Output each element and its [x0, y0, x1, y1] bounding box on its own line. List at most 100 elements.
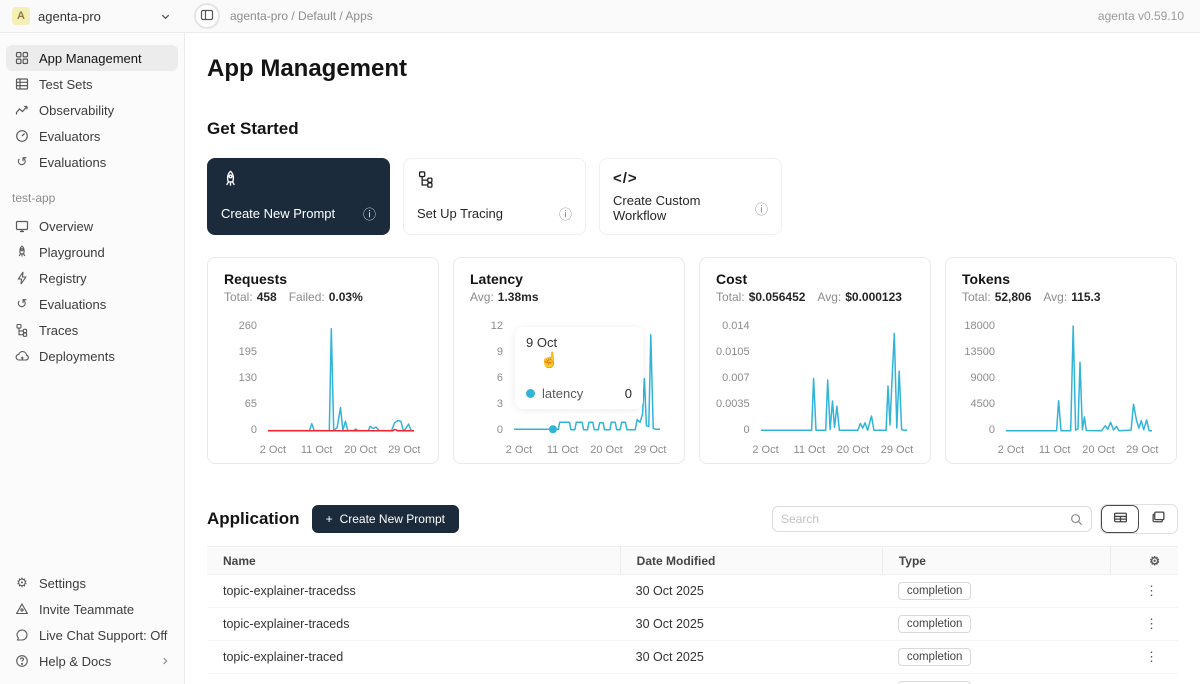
sidebar-item-label: App Management	[39, 51, 142, 66]
breadcrumb[interactable]: agenta-pro / Default / Apps	[230, 9, 373, 23]
metric-stats: Total:458Failed:0.03%	[224, 290, 422, 304]
button-label: Create New Prompt	[340, 512, 445, 526]
tooltip-series-label: latency	[542, 386, 583, 401]
sidebar-item-settings[interactable]: ⚙ Settings	[6, 570, 178, 596]
y-tick: 0.007	[722, 372, 750, 384]
x-tick: 20 Oct	[590, 444, 622, 456]
main-content: App Management Get Started Create New Pr…	[185, 33, 1200, 684]
requests-line-chart[interactable]	[264, 318, 422, 436]
table-row[interactable]: topic-explainer-traceds 30 Oct 2025 comp…	[207, 608, 1178, 641]
sidebar-item-app-management[interactable]: App Management	[6, 45, 178, 71]
sidebar-item-traces[interactable]: Traces	[6, 317, 178, 343]
sidebar-item-observability[interactable]: Observability	[6, 97, 178, 123]
metric-stats: Total:$0.056452Avg:$0.000123	[716, 290, 914, 304]
sidebar-item-label: Invite Teammate	[39, 602, 134, 617]
type-badge: completion	[898, 648, 972, 666]
chat-bubble-icon	[14, 628, 30, 642]
sidebar-item-help-docs[interactable]: Help & Docs	[6, 648, 178, 674]
sidebar-item-label: Evaluations	[39, 297, 106, 312]
legend-dot	[526, 389, 535, 398]
set-up-tracing-card[interactable]: Set Up Tracing ⓘ	[403, 158, 586, 235]
type-badge: completion	[898, 582, 972, 600]
sidebar-item-test-sets[interactable]: Test Sets	[6, 71, 178, 97]
type-badge: completion	[898, 615, 972, 633]
table-row[interactable]: career-assessment 27 Oct 2025 completion…	[207, 674, 1178, 684]
card-view-button[interactable]	[1139, 505, 1177, 533]
y-axis-ticks: 129630	[470, 318, 510, 436]
tooltip-date: 9 Oct	[526, 335, 632, 350]
workspace-selector[interactable]: A agenta-pro	[0, 7, 185, 25]
y-tick: 0	[744, 424, 750, 436]
search-input[interactable]	[781, 512, 1070, 526]
chart-area: 0.0140.01050.0070.003502 Oct11 Oct20 Oct…	[716, 318, 914, 459]
plot: 2 Oct11 Oct20 Oct29 Oct	[757, 318, 915, 459]
sidebar-item-label: Settings	[39, 576, 86, 591]
x-tick: 11 Oct	[301, 444, 333, 456]
gear-icon: ⚙	[14, 575, 30, 591]
app-name: topic-explainer-traced	[207, 650, 620, 664]
stat-value: 0.03%	[329, 290, 363, 304]
app-date: 30 Oct 2025	[620, 617, 882, 631]
table-row[interactable]: topic-explainer-traced 30 Oct 2025 compl…	[207, 641, 1178, 674]
app-name: topic-explainer-traceds	[207, 617, 620, 631]
metric-stat: Total:$0.056452	[716, 290, 805, 304]
table-header: Name Date Modified Type ⚙	[207, 546, 1178, 575]
info-icon[interactable]: ⓘ	[363, 204, 376, 223]
plot: 2 Oct11 Oct20 Oct29 Oct	[264, 318, 422, 459]
workspace-avatar: A	[12, 7, 30, 25]
column-header-type[interactable]: Type	[882, 547, 1110, 574]
stat-value: $0.000123	[845, 290, 902, 304]
sidebar-item-invite-teammate[interactable]: Invite Teammate	[6, 596, 178, 622]
sidebar-collapse-button[interactable]	[194, 3, 220, 29]
row-menu-icon[interactable]: ⋮	[1110, 616, 1178, 632]
create-custom-workflow-card[interactable]: </> Create Custom Workflow ⓘ	[599, 158, 782, 235]
tooltip-value: 0	[625, 386, 632, 401]
rocket-icon	[14, 245, 30, 259]
metric-stat: Total:52,806	[962, 290, 1031, 304]
table-row[interactable]: topic-explainer-tracedss 30 Oct 2025 com…	[207, 575, 1178, 608]
sidebar-item-playground[interactable]: Playground	[6, 239, 178, 265]
info-icon[interactable]: ⓘ	[755, 199, 768, 218]
column-header-name[interactable]: Name	[207, 547, 620, 574]
sidebar-item-evaluations[interactable]: ↺ Evaluations	[6, 149, 178, 175]
row-menu-icon[interactable]: ⋮	[1110, 583, 1178, 599]
sidebar-item-evaluators[interactable]: Evaluators	[6, 123, 178, 149]
search-icon[interactable]	[1070, 513, 1083, 526]
stat-value: $0.056452	[749, 290, 806, 304]
y-tick: 12	[491, 320, 503, 332]
metric-stat: Avg:115.3	[1043, 290, 1100, 304]
column-header-date-modified[interactable]: Date Modified	[620, 547, 882, 574]
y-tick: 65	[245, 398, 257, 410]
page-title: App Management	[207, 55, 1178, 83]
x-tick: 2 Oct	[752, 444, 778, 456]
info-icon[interactable]: ⓘ	[559, 204, 572, 223]
y-tick: 9	[497, 346, 503, 358]
x-tick: 29 Oct	[881, 444, 913, 456]
sidebar-item-overview[interactable]: Overview	[6, 213, 178, 239]
x-tick: 29 Oct	[388, 444, 420, 456]
application-title: Application	[207, 509, 300, 529]
app-root: A agenta-pro agenta-pro / Default / Apps…	[0, 0, 1200, 684]
x-tick: 11 Oct	[547, 444, 579, 456]
sidebar-item-deployments[interactable]: Deployments	[6, 343, 178, 369]
topbar: A agenta-pro agenta-pro / Default / Apps…	[0, 0, 1200, 33]
column-settings-gear-icon[interactable]: ⚙	[1110, 547, 1178, 574]
metric-stat: Failed:0.03%	[289, 290, 363, 304]
sidebar-item-evaluations-app[interactable]: ↺ Evaluations	[6, 291, 178, 317]
stat-label: Avg:	[1043, 290, 1067, 304]
table-view-button[interactable]	[1101, 505, 1139, 533]
x-tick: 2 Oct	[998, 444, 1024, 456]
sidebar-item-registry[interactable]: Registry	[6, 265, 178, 291]
tokens-line-chart[interactable]	[1002, 318, 1160, 436]
sidebar-item-live-chat[interactable]: Live Chat Support: Off	[6, 622, 178, 648]
cost-line-chart[interactable]	[757, 318, 915, 436]
x-axis-ticks: 2 Oct11 Oct20 Oct29 Oct	[1002, 444, 1160, 459]
create-new-prompt-button[interactable]: + Create New Prompt	[312, 505, 459, 533]
row-menu-icon[interactable]: ⋮	[1110, 649, 1178, 665]
grid-icon	[14, 51, 30, 65]
stat-value: 1.38ms	[498, 290, 539, 304]
card-label: Create Custom Workflow	[613, 193, 755, 223]
rotate-icon: ↺	[14, 154, 30, 170]
chart-area: 2601951306502 Oct11 Oct20 Oct29 Oct	[224, 318, 422, 459]
create-new-prompt-card[interactable]: Create New Prompt ⓘ	[207, 158, 390, 235]
